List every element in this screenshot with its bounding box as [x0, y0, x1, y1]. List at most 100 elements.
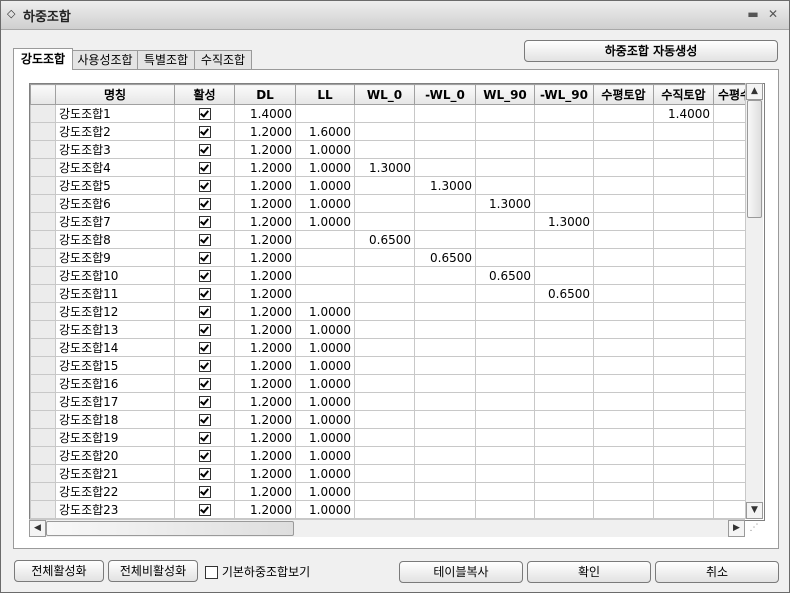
factor-cell[interactable]: 1.2000: [234, 338, 296, 357]
factor-cell[interactable]: [475, 230, 535, 249]
factor-cell[interactable]: [354, 482, 415, 501]
factor-cell[interactable]: [653, 374, 714, 393]
factor-cell[interactable]: 1.4000: [653, 104, 714, 123]
factor-cell[interactable]: [414, 230, 476, 249]
factor-cell[interactable]: 1.0000: [295, 302, 355, 321]
table-row[interactable]: 강도조합10 1.2000 0.6500: [30, 266, 756, 285]
vertical-scrollbar[interactable]: ▲ ▼: [745, 83, 763, 519]
row-header[interactable]: [30, 410, 56, 429]
factor-cell[interactable]: 0.6500: [534, 284, 594, 303]
active-checkbox[interactable]: [198, 270, 211, 282]
factor-cell[interactable]: 1.2000: [234, 266, 296, 285]
factor-cell[interactable]: [414, 302, 476, 321]
factor-cell[interactable]: [475, 338, 535, 357]
active-cell[interactable]: [174, 356, 235, 375]
activate-all-button[interactable]: 전체활성화: [14, 560, 104, 582]
factor-cell[interactable]: [653, 500, 714, 519]
active-cell[interactable]: [174, 320, 235, 339]
close-icon[interactable]: ✕: [766, 7, 780, 21]
factor-cell[interactable]: [653, 122, 714, 141]
factor-cell[interactable]: [593, 500, 654, 519]
active-cell[interactable]: [174, 446, 235, 465]
arrow-up-icon[interactable]: ▲: [746, 83, 763, 100]
factor-cell[interactable]: [354, 176, 415, 195]
combination-name-cell[interactable]: 강도조합10: [55, 266, 175, 285]
factor-cell[interactable]: [475, 176, 535, 195]
active-checkbox[interactable]: [198, 486, 211, 498]
table-row[interactable]: 강도조합1 1.4000 1.4000: [30, 104, 756, 123]
factor-cell[interactable]: [354, 356, 415, 375]
factor-cell[interactable]: 1.3000: [475, 194, 535, 213]
factor-cell[interactable]: [534, 446, 594, 465]
factor-cell[interactable]: [593, 194, 654, 213]
factor-cell[interactable]: [354, 212, 415, 231]
factor-cell[interactable]: [593, 446, 654, 465]
factor-cell[interactable]: [534, 104, 594, 123]
combination-name-cell[interactable]: 강도조합8: [55, 230, 175, 249]
active-checkbox[interactable]: [198, 468, 211, 480]
factor-cell[interactable]: [475, 374, 535, 393]
table-row[interactable]: 강도조합15 1.2000 1.0000: [30, 356, 756, 375]
table-row[interactable]: 강도조합20 1.2000 1.0000: [30, 446, 756, 465]
factor-cell[interactable]: [653, 140, 714, 159]
factor-cell[interactable]: [295, 248, 355, 267]
factor-cell[interactable]: 1.0000: [295, 464, 355, 483]
show-default-checkbox[interactable]: [205, 566, 218, 579]
row-header[interactable]: [30, 320, 56, 339]
active-cell[interactable]: [174, 302, 235, 321]
factor-cell[interactable]: [534, 158, 594, 177]
factor-cell[interactable]: [354, 500, 415, 519]
factor-cell[interactable]: 1.0000: [295, 482, 355, 501]
tab-vertical[interactable]: 수직조합: [194, 50, 252, 69]
tab-serviceability[interactable]: 사용성조합: [72, 50, 138, 69]
factor-cell[interactable]: [414, 482, 476, 501]
factor-cell[interactable]: [414, 428, 476, 447]
combination-name-cell[interactable]: 강도조합23: [55, 500, 175, 519]
factor-cell[interactable]: [534, 338, 594, 357]
copy-table-button[interactable]: 테이블복사: [399, 561, 523, 583]
factor-cell[interactable]: 1.2000: [234, 284, 296, 303]
factor-cell[interactable]: [414, 140, 476, 159]
factor-cell[interactable]: [354, 320, 415, 339]
column-header[interactable]: 명칭: [55, 84, 175, 105]
auto-generate-button[interactable]: 하중조합 자동생성: [524, 40, 778, 62]
factor-cell[interactable]: 1.2000: [234, 428, 296, 447]
factor-cell[interactable]: 1.0000: [295, 392, 355, 411]
deactivate-all-button[interactable]: 전체비활성화: [108, 560, 198, 582]
factor-cell[interactable]: [534, 194, 594, 213]
vertical-scroll-thumb[interactable]: [747, 100, 762, 218]
factor-cell[interactable]: [653, 446, 714, 465]
factor-cell[interactable]: 1.2000: [234, 140, 296, 159]
combination-name-cell[interactable]: 강도조합2: [55, 122, 175, 141]
table-row[interactable]: 강도조합19 1.2000 1.0000: [30, 428, 756, 447]
factor-cell[interactable]: [534, 140, 594, 159]
row-header[interactable]: [30, 266, 56, 285]
row-header[interactable]: [30, 158, 56, 177]
title-bar[interactable]: ◇ 하중조합 ▬ ✕: [1, 1, 789, 30]
factor-cell[interactable]: 1.2000: [234, 212, 296, 231]
factor-cell[interactable]: [295, 104, 355, 123]
table-row[interactable]: 강도조합3 1.2000 1.0000: [30, 140, 756, 159]
factor-cell[interactable]: [414, 122, 476, 141]
factor-cell[interactable]: [354, 284, 415, 303]
row-header[interactable]: [30, 194, 56, 213]
factor-cell[interactable]: [295, 230, 355, 249]
factor-cell[interactable]: [354, 464, 415, 483]
active-cell[interactable]: [174, 212, 235, 231]
factor-cell[interactable]: 1.2000: [234, 230, 296, 249]
combination-name-cell[interactable]: 강도조합18: [55, 410, 175, 429]
factor-cell[interactable]: [354, 410, 415, 429]
row-header[interactable]: [30, 248, 56, 267]
row-header[interactable]: [30, 482, 56, 501]
factor-cell[interactable]: [475, 482, 535, 501]
cancel-button[interactable]: 취소: [655, 561, 779, 583]
active-checkbox[interactable]: [198, 324, 211, 336]
factor-cell[interactable]: [534, 320, 594, 339]
factor-cell[interactable]: [653, 464, 714, 483]
factor-cell[interactable]: [534, 374, 594, 393]
combination-name-cell[interactable]: 강도조합11: [55, 284, 175, 303]
row-header[interactable]: [30, 104, 56, 123]
factor-cell[interactable]: [475, 248, 535, 267]
factor-cell[interactable]: [414, 320, 476, 339]
factor-cell[interactable]: [593, 320, 654, 339]
